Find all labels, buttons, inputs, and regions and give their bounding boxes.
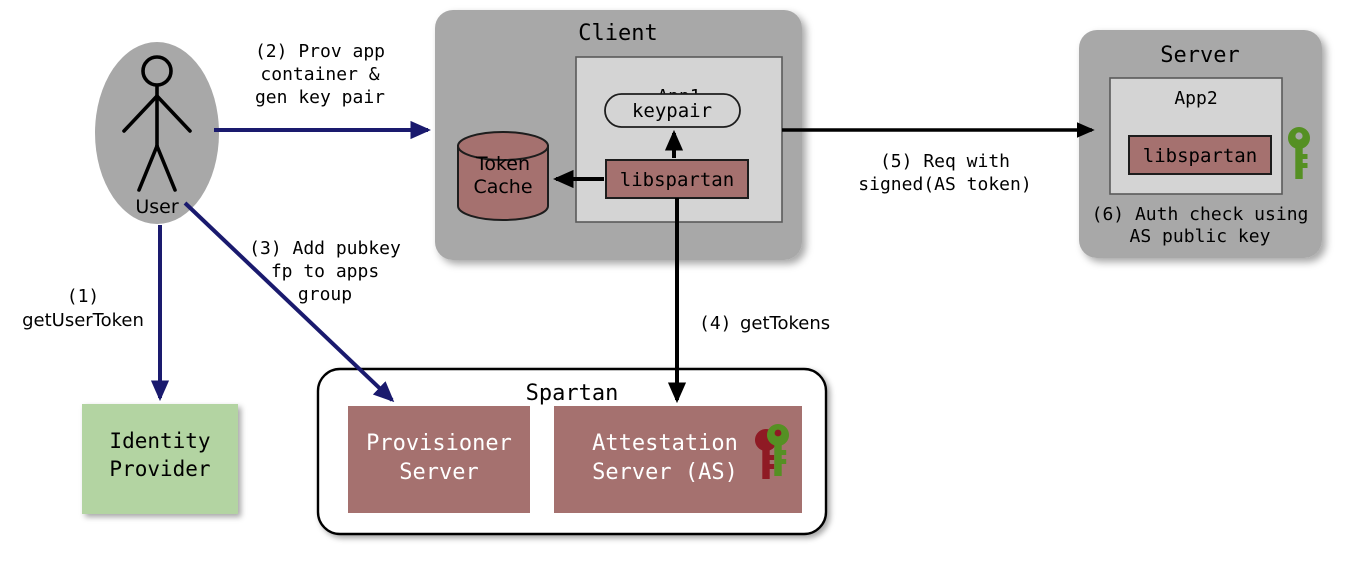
edge-label-3: (3) Add pubkey fp to apps group <box>249 238 401 305</box>
edge-label-1-num: (1) <box>67 286 100 307</box>
edge-label-5-line2: signed(AS token) <box>858 174 1031 195</box>
edge-label-2-line1: (2) Prov app <box>255 41 385 62</box>
edge-label-3-line2: fp to apps <box>271 261 379 282</box>
edge-label-3-line1: (3) Add pubkey <box>249 238 401 259</box>
edge-label-2-line3: gen key pair <box>255 87 385 108</box>
edge-label-4-num: (4) <box>699 313 732 334</box>
edge-label-4-text: getTokens <box>740 313 830 334</box>
edge-label-5-line1: (5) Req with <box>880 151 1010 172</box>
edge-label-1-text: getUserToken <box>22 310 144 331</box>
architecture-diagram: Client Token Cache App1 keypair <box>0 0 1350 567</box>
edge-label-3-line3: group <box>298 284 352 305</box>
edge-label-1: (1) getUserToken <box>22 286 144 331</box>
label-layer: (2) Prov app container & gen key pair (3… <box>22 41 1032 334</box>
edge-label-4: (4) getTokens <box>699 313 830 334</box>
edge-label-5: (5) Req with signed(AS token) <box>858 151 1031 195</box>
edge-label-2: (2) Prov app container & gen key pair <box>255 41 385 108</box>
edge-label-2-line2: container & <box>260 64 379 85</box>
